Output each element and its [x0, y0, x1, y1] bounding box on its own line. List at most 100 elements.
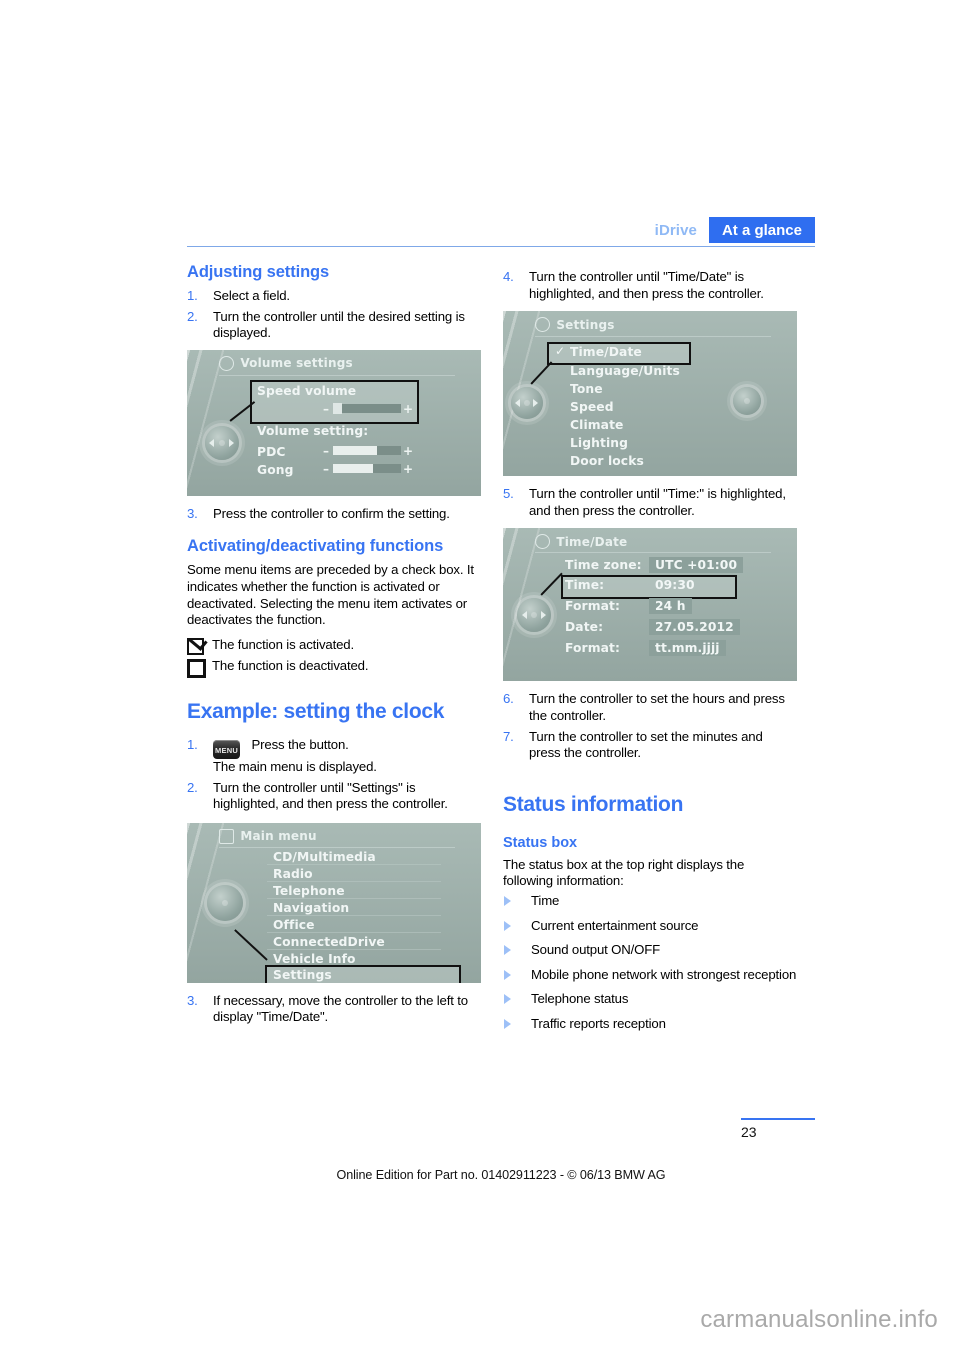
- bullet-text: Time: [531, 892, 560, 908]
- step-text: Turn the controller to set the hours and…: [529, 691, 785, 723]
- arrow-left-icon: [209, 438, 214, 447]
- list-item: Telephone status: [503, 991, 797, 1008]
- check-icon: ✓: [555, 344, 566, 359]
- arrow-right-icon: [229, 438, 234, 447]
- slider-fill: [333, 463, 373, 473]
- settings-item-time-date[interactable]: Time/Date: [570, 345, 642, 359]
- settings-item-tone[interactable]: Tone: [570, 382, 603, 396]
- list-item: Traffic reports reception: [503, 1016, 797, 1033]
- idrive-controller-knob[interactable]: [207, 884, 243, 921]
- field-label-time-zone: Time zone:: [565, 558, 642, 573]
- menu-item-connecteddrive[interactable]: ConnectedDrive: [273, 935, 385, 949]
- row-divider: [267, 880, 441, 882]
- header-divider: [187, 246, 815, 247]
- heading-activating-deactivating: Activating/deactivating functions: [187, 537, 444, 556]
- plus-sign[interactable]: +: [403, 403, 413, 415]
- checkbox-deactivated-text: The function is deactivated.: [212, 658, 369, 674]
- settings-item-speed[interactable]: Speed: [570, 400, 614, 414]
- step-text: Turn the controller until "Settings" is …: [213, 779, 448, 812]
- step-text: Press the button.: [251, 736, 349, 752]
- list-item: 2. Turn the controller until the desired…: [187, 309, 481, 342]
- bullet-text: Current entertainment source: [531, 917, 699, 933]
- slider-thumb: [333, 402, 342, 414]
- bullet-text: Traffic reports reception: [531, 1015, 666, 1031]
- menu-item-cd-multimedia[interactable]: CD/Multimedia: [273, 850, 376, 864]
- step-text: If necessary, move the controller to the…: [213, 992, 468, 1025]
- screen-title-divider: [535, 552, 771, 554]
- screen-title: Settings: [556, 317, 615, 332]
- screen-row-label-gong: Gong: [257, 462, 294, 477]
- step-number: 5.: [503, 486, 514, 502]
- step-text-secondary: The main menu is displayed.: [213, 758, 377, 774]
- settings-item-language-units[interactable]: Language/Units: [570, 364, 680, 378]
- menu-item-settings[interactable]: Settings: [273, 968, 332, 982]
- plus-sign[interactable]: +: [403, 463, 413, 475]
- online-edition-notice: Online Edition for Part no. 01402911223 …: [336, 1168, 666, 1182]
- confirm-step: 3. Press the controller to confirm the s…: [187, 506, 481, 523]
- page-header: iDrive At a glance: [187, 217, 815, 247]
- paragraph-activating: Some menu items are preceded by a check …: [187, 562, 474, 628]
- step-number: 2.: [187, 779, 198, 795]
- settings-item-lighting[interactable]: Lighting: [570, 436, 628, 450]
- settings-item-door-locks[interactable]: Door locks: [570, 454, 644, 468]
- arrow-left-icon: [515, 399, 520, 408]
- arrow-right-icon: [533, 399, 538, 408]
- arrow-right-icon: [541, 611, 546, 620]
- example-steps: 1. MENU Press the button. The main menu …: [187, 737, 481, 813]
- field-value-date[interactable]: 27.05.2012: [649, 619, 740, 636]
- screenshot-time-date: Time/Date Time zone: UTC +01:00 Time: 09…: [503, 528, 797, 682]
- screen-title: Volume settings: [240, 356, 353, 371]
- screenshot-main-menu: Main menu CD/Multimedia Radio Telephone …: [187, 822, 481, 983]
- minus-sign[interactable]: –: [323, 403, 329, 415]
- step-text: Press the controller to confirm the sett…: [213, 505, 450, 521]
- checkbox-unchecked-icon: [187, 659, 206, 683]
- heading-adjusting-settings: Adjusting settings: [187, 263, 330, 281]
- field-value-time[interactable]: 09:30: [649, 577, 701, 593]
- paragraph-status-box: The status box at the top right displays…: [503, 856, 745, 889]
- menu-item-navigation[interactable]: Navigation: [273, 901, 349, 915]
- example-step3: 3. If necessary, move the controller to …: [187, 993, 481, 1026]
- screen-title-divider: [219, 846, 455, 848]
- secondary-knob[interactable]: [733, 387, 761, 416]
- right-column: 4. Turn the controller until "Time/Date"…: [503, 262, 797, 1041]
- step-number: 6.: [503, 691, 514, 707]
- screen-title-bar: Time/Date: [535, 532, 770, 551]
- status-box-bullet-list: Time Current entertainment source Sound …: [503, 893, 797, 1033]
- gong-volume-slider[interactable]: [333, 463, 401, 473]
- pdc-volume-slider[interactable]: [333, 445, 401, 455]
- triangle-bullet-icon: [504, 1018, 511, 1029]
- field-label-time: Time:: [565, 578, 605, 593]
- manual-page: iDrive At a glance Adjusting settings 1.…: [0, 0, 960, 1358]
- step-number: 7.: [503, 728, 514, 744]
- row-divider: [267, 931, 441, 933]
- triangle-bullet-icon: [504, 945, 511, 956]
- list-item: 7. Turn the controller to set the minute…: [503, 729, 797, 762]
- checkbox-deactivated-legend: The function is deactivated.: [187, 658, 481, 679]
- screen-title-divider: [535, 336, 771, 338]
- screen-title-divider: [219, 374, 455, 376]
- heading-example-setting-clock: Example: setting the clock: [187, 699, 445, 723]
- checkbox-checked-icon: [187, 637, 204, 660]
- plus-sign[interactable]: +: [403, 445, 413, 457]
- minus-sign[interactable]: –: [323, 463, 329, 475]
- settings-item-climate[interactable]: Climate: [570, 418, 623, 432]
- page-number: 23: [741, 1124, 757, 1140]
- menu-item-office[interactable]: Office: [273, 918, 315, 932]
- field-value-time-format[interactable]: 24 h: [649, 598, 692, 615]
- field-value-date-format[interactable]: tt.mm.jjjj: [649, 640, 726, 657]
- field-label-date-format: Format:: [565, 641, 621, 656]
- list-item: 3. Press the controller to confirm the s…: [187, 506, 481, 523]
- minus-sign[interactable]: –: [323, 445, 329, 457]
- step-number: 1.: [187, 736, 198, 752]
- header-chapter-label: iDrive: [654, 222, 697, 239]
- speed-volume-slider[interactable]: [333, 402, 401, 414]
- menu-item-radio[interactable]: Radio: [273, 867, 313, 881]
- step-number: 3.: [187, 992, 198, 1008]
- menu-item-vehicle-info[interactable]: Vehicle Info: [273, 952, 356, 966]
- field-value-time-zone[interactable]: UTC +01:00: [649, 557, 744, 574]
- screenshot-settings-menu: Settings ✓ Time/Date Language/Units Tone…: [503, 311, 797, 477]
- adjusting-settings-steps: 1. Select a field. 2. Turn the controlle…: [187, 288, 481, 342]
- menu-item-telephone[interactable]: Telephone: [273, 884, 345, 898]
- menu-button-icon[interactable]: MENU: [213, 739, 240, 759]
- list-item: 4. Turn the controller until "Time/Date"…: [503, 269, 797, 302]
